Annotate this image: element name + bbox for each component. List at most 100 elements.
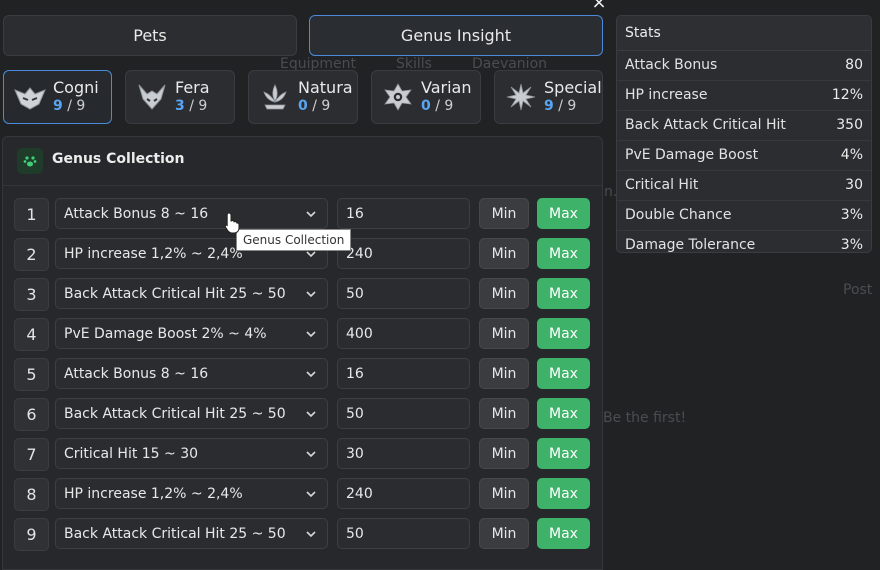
option-select[interactable]: Back Attack Critical Hit 25 ~ 50	[55, 278, 328, 309]
option-select-value: Critical Hit 15 ~ 30	[64, 445, 199, 462]
min-button[interactable]: Min	[479, 238, 529, 269]
stat-label: PvE Damage Boost	[625, 147, 759, 163]
option-select-value: HP increase 1,2% ~ 2,4%	[64, 485, 243, 502]
option-select-value: Attack Bonus 8 ~ 16	[64, 365, 209, 382]
option-select-value: Back Attack Critical Hit 25 ~ 50	[64, 405, 286, 422]
stats-title: Stats	[617, 16, 871, 51]
collection-row: 3 Back Attack Critical Hit 25 ~ 50 50 Min Ma…	[14, 278, 594, 311]
collection-row: 8 HP increase 1,2% ~ 2,4% 240 Min Max	[14, 478, 594, 511]
fera-icon	[133, 78, 171, 116]
max-button[interactable]: Max	[537, 478, 590, 509]
stat-label: Damage Tolerance	[625, 237, 756, 253]
stats-panel: Stats Attack Bonus 80 HP increase 12% Back A…	[616, 15, 872, 253]
stat-value: 80	[845, 57, 863, 73]
option-select[interactable]: Critical Hit 15 ~ 30	[55, 438, 328, 469]
stat-label: Critical Hit	[625, 177, 699, 193]
value-input[interactable]: 240	[337, 238, 470, 269]
tooltip: Genus Collection	[236, 229, 352, 251]
min-button[interactable]: Min	[479, 358, 529, 389]
varian-icon	[379, 78, 417, 116]
genus-natura[interactable]: Natura 0 / 9	[248, 70, 358, 124]
value-input[interactable]: 240	[337, 478, 470, 509]
collection-row: 9 Back Attack Critical Hit 25 ~ 50 50 Min Ma…	[14, 518, 594, 551]
stat-value: 350	[836, 117, 863, 133]
stat-row: PvE Damage Boost 4%	[617, 141, 871, 171]
collection-row: 1 Attack Bonus 8 ~ 16 16 Min Max	[14, 198, 594, 231]
value-input[interactable]: 400	[337, 318, 470, 349]
stat-row: Back Attack Critical Hit 350	[617, 111, 871, 141]
genus-count: 0 / 9	[298, 98, 331, 114]
row-index: 1	[14, 198, 49, 231]
chevron-down-icon	[306, 411, 316, 418]
genus-name: Natura	[298, 78, 353, 97]
min-button[interactable]: Min	[479, 518, 529, 549]
option-select-value: PvE Damage Boost 2% ~ 4%	[64, 325, 267, 342]
chevron-down-icon	[306, 491, 316, 498]
genus-count: 9 / 9	[544, 98, 577, 114]
option-select[interactable]: Back Attack Critical Hit 25 ~ 50	[55, 518, 328, 549]
min-button[interactable]: Min	[479, 478, 529, 509]
genus-name: Fera	[175, 78, 210, 97]
max-button[interactable]: Max	[537, 358, 590, 389]
min-button[interactable]: Min	[479, 198, 529, 229]
max-button[interactable]: Max	[537, 318, 590, 349]
panel-header: Genus Collection	[3, 137, 602, 186]
stat-value: 12%	[831, 87, 863, 103]
row-index: 7	[14, 438, 49, 471]
natura-icon	[256, 78, 294, 116]
option-select[interactable]: Attack Bonus 8 ~ 16	[55, 198, 328, 229]
max-button[interactable]: Max	[537, 518, 590, 549]
tab-pets[interactable]: Pets	[3, 15, 297, 56]
tab-genus-insight[interactable]: Genus Insight	[309, 15, 603, 56]
option-select-value: HP increase 1,2% ~ 2,4%	[64, 245, 243, 262]
genus-varian[interactable]: Varian 0 / 9	[371, 70, 481, 124]
max-button[interactable]: Max	[537, 238, 590, 269]
chevron-down-icon	[306, 211, 316, 218]
stat-row: HP increase 12%	[617, 81, 871, 111]
value-input[interactable]: 30	[337, 438, 470, 469]
chevron-down-icon	[306, 291, 316, 298]
option-select-value: Back Attack Critical Hit 25 ~ 50	[64, 525, 286, 542]
genus-special[interactable]: Special 9 / 9	[494, 70, 603, 124]
genus-fera[interactable]: Fera 3 / 9	[125, 70, 235, 124]
min-button[interactable]: Min	[479, 398, 529, 429]
row-index: 3	[14, 278, 49, 311]
stat-label: Attack Bonus	[625, 57, 718, 73]
cogni-icon	[11, 78, 49, 116]
min-button[interactable]: Min	[479, 438, 529, 469]
option-select[interactable]: Attack Bonus 8 ~ 16	[55, 358, 328, 389]
chevron-down-icon	[306, 371, 316, 378]
value-input[interactable]: 16	[337, 198, 470, 229]
stat-row: Critical Hit 30	[617, 171, 871, 201]
option-select[interactable]: PvE Damage Boost 2% ~ 4%	[55, 318, 328, 349]
chevron-down-icon	[306, 451, 316, 458]
special-icon	[502, 78, 540, 116]
min-button[interactable]: Min	[479, 318, 529, 349]
option-select-value: Attack Bonus 8 ~ 16	[64, 205, 209, 222]
collection-row: 5 Attack Bonus 8 ~ 16 16 Min Max	[14, 358, 594, 391]
stat-label: Back Attack Critical Hit	[625, 117, 786, 133]
value-input[interactable]: 16	[337, 358, 470, 389]
option-select[interactable]: HP increase 1,2% ~ 2,4%	[55, 478, 328, 509]
collection-row: 7 Critical Hit 15 ~ 30 30 Min Max	[14, 438, 594, 471]
genus-cogni[interactable]: Cogni 9 / 9	[3, 70, 112, 124]
stat-row: Damage Tolerance 3%	[617, 231, 871, 253]
value-input[interactable]: 50	[337, 278, 470, 309]
option-select-value: Back Attack Critical Hit 25 ~ 50	[64, 285, 286, 302]
min-button[interactable]: Min	[479, 278, 529, 309]
row-index: 6	[14, 398, 49, 431]
max-button[interactable]: Max	[537, 398, 590, 429]
genus-name: Special	[544, 78, 602, 97]
value-input[interactable]: 50	[337, 398, 470, 429]
max-button[interactable]: Max	[537, 198, 590, 229]
close-icon[interactable]: ×	[588, 0, 610, 14]
row-index: 9	[14, 518, 49, 551]
chevron-down-icon	[306, 331, 316, 338]
max-button[interactable]: Max	[537, 278, 590, 309]
max-button[interactable]: Max	[537, 438, 590, 469]
value-input[interactable]: 50	[337, 518, 470, 549]
row-index: 5	[14, 358, 49, 391]
stat-row: Attack Bonus 80	[617, 51, 871, 81]
option-select[interactable]: Back Attack Critical Hit 25 ~ 50	[55, 398, 328, 429]
stat-value: 3%	[840, 207, 863, 223]
